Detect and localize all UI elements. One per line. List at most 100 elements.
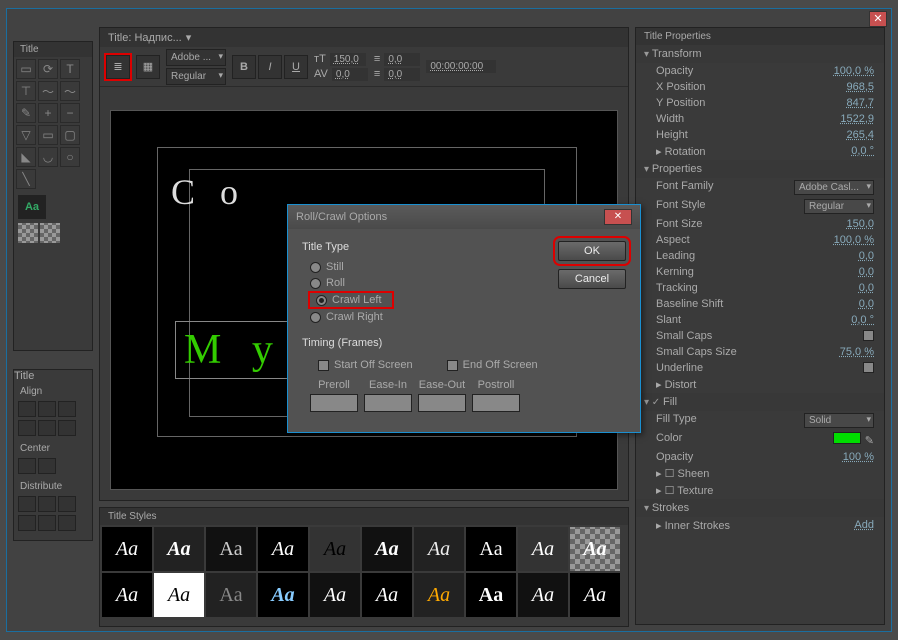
font-style-dropdown[interactable]: Regular — [166, 68, 226, 85]
add-anchor-tool[interactable]: + — [38, 103, 58, 123]
radio-still[interactable] — [310, 262, 321, 273]
align-btn[interactable] — [38, 420, 56, 436]
rect-tool[interactable]: ▭ — [38, 125, 58, 145]
ok-button[interactable]: OK — [558, 241, 626, 261]
title-style-swatch[interactable]: Aa — [362, 527, 412, 571]
font-style-select[interactable]: Regular — [804, 199, 874, 214]
fsize-value[interactable]: 150,0 — [846, 218, 874, 230]
templates-button[interactable]: ▦ — [136, 55, 160, 79]
tracking-value[interactable]: 0,0 — [859, 282, 874, 294]
align-btn[interactable] — [18, 401, 36, 417]
title-style-swatch[interactable]: Aa — [258, 573, 308, 617]
cancel-button[interactable]: Cancel — [558, 269, 626, 289]
center-btn[interactable] — [38, 458, 56, 474]
selection-tool[interactable]: ▭ — [16, 59, 36, 79]
title-style-swatch[interactable]: Aa — [102, 527, 152, 571]
dist-btn[interactable] — [58, 515, 76, 531]
type-tool[interactable]: T — [60, 59, 80, 79]
title-style-swatch[interactable]: Aa — [206, 527, 256, 571]
center-btn[interactable] — [18, 458, 36, 474]
title-style-swatch[interactable]: Aa — [466, 527, 516, 571]
title-style-swatch[interactable]: Aa — [466, 573, 516, 617]
wedge-tool[interactable]: ◣ — [16, 147, 36, 167]
strokes-section[interactable]: ▾ Strokes — [636, 499, 884, 517]
style-preview[interactable]: Aa — [18, 195, 46, 219]
transform-section[interactable]: ▾ Transform — [636, 45, 884, 63]
font-size-input[interactable]: 150,0 — [330, 53, 366, 66]
radio-roll[interactable] — [310, 278, 321, 289]
font-family-dropdown[interactable]: Adobe ... — [166, 49, 226, 66]
align-btn[interactable] — [38, 401, 56, 417]
font-family-select[interactable]: Adobe Casl... — [794, 180, 874, 195]
title-style-swatch[interactable]: Aa — [414, 527, 464, 571]
underline-button[interactable]: U — [284, 55, 308, 79]
stroke-swatch[interactable] — [40, 223, 60, 243]
opacity-value[interactable]: 100,0 % — [834, 65, 874, 77]
ellipse-tool[interactable]: ○ — [60, 147, 80, 167]
smallcaps-checkbox[interactable] — [863, 330, 874, 341]
width-value[interactable]: 1522,9 — [840, 113, 874, 125]
dist-btn[interactable] — [58, 496, 76, 512]
leading-input[interactable]: 0,0 — [384, 53, 420, 66]
panel-menu-icon[interactable]: ▾ — [186, 31, 192, 44]
title-style-swatch[interactable]: Aa — [154, 527, 204, 571]
xpos-value[interactable]: 968,5 — [846, 81, 874, 93]
bold-button[interactable]: B — [232, 55, 256, 79]
eyedropper-icon[interactable]: ✎ — [865, 434, 874, 447]
dialog-titlebar[interactable]: Roll/Crawl Options ✕ — [288, 205, 640, 229]
align-btn[interactable] — [58, 401, 76, 417]
properties-section[interactable]: ▾ Properties — [636, 160, 884, 178]
kerning-value[interactable]: 0,0 — [859, 266, 874, 278]
timecode-display[interactable]: 00:00:00:00 — [426, 60, 496, 73]
window-close-button[interactable]: ✕ — [869, 11, 887, 27]
vpath-type-tool[interactable]: 〜 — [60, 81, 80, 101]
title-style-swatch[interactable]: Aa — [414, 573, 464, 617]
roll-crawl-button[interactable]: ≣ — [106, 55, 130, 79]
kerning-input[interactable]: 0,0 — [332, 68, 368, 81]
radio-crawl-right[interactable] — [310, 312, 321, 323]
dialog-close-button[interactable]: ✕ — [604, 209, 632, 225]
fillopacity-value[interactable]: 100 % — [843, 451, 874, 463]
title-style-swatch[interactable]: Aa — [154, 573, 204, 617]
rotate-tool[interactable]: ⟳ — [38, 59, 58, 79]
color-swatch[interactable] — [833, 432, 861, 444]
bshift-value[interactable]: 0,0 — [859, 298, 874, 310]
rrect-tool[interactable]: ▢ — [60, 125, 80, 145]
end-off-checkbox[interactable] — [447, 360, 458, 371]
dist-btn[interactable] — [38, 496, 56, 512]
easein-input[interactable] — [364, 394, 412, 412]
title-style-swatch[interactable]: Aa — [518, 573, 568, 617]
title-style-swatch[interactable]: Aa — [570, 573, 620, 617]
underline-checkbox[interactable] — [863, 362, 874, 373]
filltype-select[interactable]: Solid — [804, 413, 874, 428]
title-style-swatch[interactable]: Aa — [102, 573, 152, 617]
add-stroke-button[interactable]: Add — [854, 519, 874, 532]
align-btn[interactable] — [58, 420, 76, 436]
title-style-swatch[interactable]: Aa — [206, 573, 256, 617]
dist-btn[interactable] — [18, 515, 36, 531]
arc-tool[interactable]: ◡ — [38, 147, 58, 167]
title-style-swatch[interactable]: Aa — [362, 573, 412, 617]
title-style-swatch[interactable]: Aa — [310, 527, 360, 571]
italic-button[interactable]: I — [258, 55, 282, 79]
ypos-value[interactable]: 847,7 — [846, 97, 874, 109]
del-anchor-tool[interactable]: − — [60, 103, 80, 123]
line-tool[interactable]: ╲ — [16, 169, 36, 189]
align-btn[interactable] — [18, 420, 36, 436]
title-style-swatch[interactable]: Aa — [518, 527, 568, 571]
leading-value[interactable]: 0,0 — [859, 250, 874, 262]
rotation-value[interactable]: 0,0 ° — [851, 145, 874, 158]
radio-crawl-left[interactable] — [316, 295, 327, 306]
dist-btn[interactable] — [38, 515, 56, 531]
dist-btn[interactable] — [18, 496, 36, 512]
height-value[interactable]: 265,4 — [846, 129, 874, 141]
title-style-swatch[interactable]: Aa — [258, 527, 308, 571]
easeout-input[interactable] — [418, 394, 466, 412]
title-style-swatch[interactable]: Aa — [570, 527, 620, 571]
vtype-tool[interactable]: ⊤ — [16, 81, 36, 101]
fill-section[interactable]: ▾ ✓ Fill — [636, 393, 884, 411]
start-off-checkbox[interactable] — [318, 360, 329, 371]
aspect-value[interactable]: 100,0 % — [834, 234, 874, 246]
scsize-value[interactable]: 75,0 % — [840, 346, 874, 358]
fill-swatch[interactable] — [18, 223, 38, 243]
